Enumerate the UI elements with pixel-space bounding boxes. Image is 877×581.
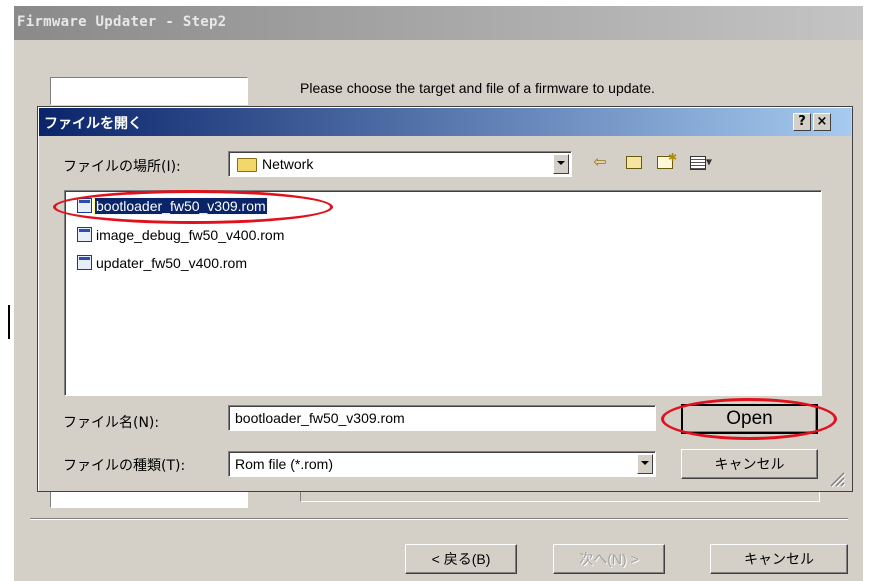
dialog-close-button[interactable]: × [813,113,831,131]
filetype-dropdown-button[interactable] [637,454,653,474]
back-button[interactable]: < 戻る(B) [405,544,517,574]
back-arrow-icon[interactable]: ⇦ [590,153,610,171]
close-icon: × [816,114,828,129]
file-item-image-debug[interactable]: image_debug_fw50_v400.rom [77,227,285,245]
dialog-cancel-label: キャンセル [714,456,785,472]
wizard-separator [30,518,848,520]
rom-file-icon [77,255,92,270]
filename-label: ファイル名(N): [63,415,160,431]
file-item-label: updater_fw50_v400.rom [96,255,247,271]
target-field[interactable] [50,77,248,105]
filename-value: bootloader_fw50_v309.rom [235,410,405,426]
open-button-highlight-ring [661,398,837,440]
dialog-titlebar: ファイルを開く [39,108,851,136]
view-menu-icon[interactable]: ▼ [687,153,715,171]
rom-file-icon [77,227,92,242]
dialog-cancel-button[interactable]: キャンセル [681,449,818,479]
resize-grip-icon[interactable] [826,470,846,488]
filetype-value: Rom file (*.rom) [235,456,334,472]
filetype-label: ファイルの種類(T): [63,458,186,474]
folder-icon [237,158,257,172]
selected-file-highlight-ring [53,190,333,224]
look-in-label: ファイルの場所(I): [63,159,181,175]
up-folder-icon[interactable] [624,153,644,171]
wizard-cancel-button[interactable]: キャンセル [710,544,848,574]
back-button-label: < 戻る(B) [431,551,491,567]
filetype-combo[interactable]: Rom file (*.rom) [228,451,656,477]
wizard-description: Please choose the target and file of a f… [300,80,655,96]
help-button[interactable]: ? [793,113,811,131]
filename-input[interactable]: bootloader_fw50_v309.rom [228,405,656,431]
wizard-title: Firmware Updater - Step2 [17,14,227,30]
wizard-titlebar: Firmware Updater - Step2 [14,6,863,40]
window-left-edge [8,305,10,339]
next-button-label: 次へ(N) > [579,551,639,567]
wizard-cancel-label: キャンセル [744,551,814,567]
new-folder-icon[interactable]: ✱ [655,151,677,171]
dialog-title: ファイルを開く [44,116,142,132]
help-icon: ? [798,114,806,129]
look-in-dropdown-button[interactable] [553,154,569,174]
next-button[interactable]: 次へ(N) > [553,544,665,574]
file-item-updater[interactable]: updater_fw50_v400.rom [77,255,248,273]
look-in-combo[interactable]: Network [228,151,572,177]
file-item-label: image_debug_fw50_v400.rom [96,227,285,243]
look-in-value: Network [262,156,314,172]
